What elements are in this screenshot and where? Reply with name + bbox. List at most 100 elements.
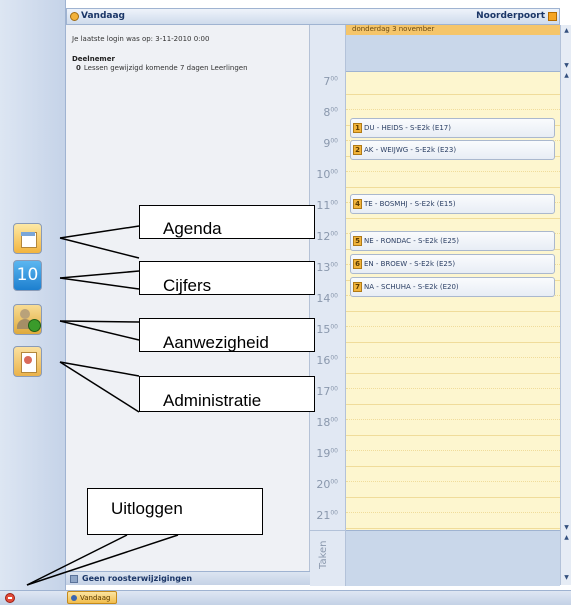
hour-number: 17 xyxy=(316,385,331,398)
cijfers-icon-number: 10 xyxy=(16,265,39,285)
window-title: Vandaag xyxy=(81,11,125,21)
hour-minutes: 00 xyxy=(330,447,338,455)
lesson-period-badge: 7 xyxy=(353,282,362,292)
logout-icon[interactable] xyxy=(5,593,15,603)
day-header[interactable]: donderdag 3 november xyxy=(346,25,560,35)
hour-gridline xyxy=(346,497,560,498)
scroll-down-icon[interactable]: ▼ xyxy=(562,63,571,69)
vandaag-icon xyxy=(71,595,77,601)
half-hour-gridline xyxy=(346,357,560,358)
administratie-icon[interactable] xyxy=(13,346,42,377)
hour-number: 12 xyxy=(316,230,331,243)
day-label: donderdag 3 november xyxy=(352,25,435,33)
section-heading: Deelnemer xyxy=(72,55,115,63)
hour-label: 1600 xyxy=(310,354,346,367)
callout-cijfers-text: Cijfers xyxy=(163,276,212,295)
hour-minutes: 00 xyxy=(330,478,338,486)
lesson-period-badge: 2 xyxy=(353,145,362,155)
scroll-up-icon[interactable]: ▲ xyxy=(562,73,571,79)
hour-minutes: 00 xyxy=(330,168,338,176)
hour-minutes: 00 xyxy=(330,385,338,393)
hour-label: 1300 xyxy=(310,261,346,274)
calendar-scrollbar[interactable]: ▲ ▼ ▲ ▼ ▲ ▼ xyxy=(560,25,571,585)
half-hour-gridline xyxy=(346,419,560,420)
lesson-block[interactable]: 5 NE - RONDAC - S-E2k (E25) xyxy=(350,231,555,251)
lesson-block[interactable]: 1 DU - HEIDS - S-E2k (E17) xyxy=(350,118,555,138)
schedule-changes-bar[interactable]: Geen roosterwijzigingen xyxy=(66,571,310,585)
callout-administratie: Administratie xyxy=(139,376,315,412)
half-hour-gridline xyxy=(346,481,560,482)
lesson-text: EN - BROEW - S-E2k (E25) xyxy=(364,260,456,268)
scroll-down-icon[interactable]: ▼ xyxy=(562,525,571,531)
callout-administratie-text: Administratie xyxy=(163,391,262,410)
half-hour-gridline xyxy=(346,388,560,389)
hour-minutes: 00 xyxy=(330,261,338,269)
lesson-changes-item[interactable]: 0 Lessen gewijzigd komende 7 dagen Leerli… xyxy=(76,64,248,72)
callout-agenda: Agenda xyxy=(139,205,315,239)
hour-gridline xyxy=(346,435,560,436)
hour-label: 1100 xyxy=(310,199,346,212)
lesson-text: DU - HEIDS - S-E2k (E17) xyxy=(364,124,451,132)
lesson-block[interactable]: 7 NA - SCHUHA - S-E2k (E20) xyxy=(350,277,555,297)
hour-minutes: 00 xyxy=(330,137,338,145)
hour-label: 1900 xyxy=(310,447,346,460)
hour-label: 2100 xyxy=(310,509,346,522)
lesson-block[interactable]: 4 TE - BOSMHJ - S-E2k (E15) xyxy=(350,194,555,214)
lesson-period-badge: 1 xyxy=(353,123,362,133)
vandaag-task-button[interactable]: Vandaag xyxy=(67,591,117,604)
hour-number: 20 xyxy=(316,478,331,491)
hour-minutes: 00 xyxy=(330,199,338,207)
hour-gridline xyxy=(346,218,560,219)
hour-gridline xyxy=(346,94,560,95)
callout-uitloggen: Uitloggen xyxy=(87,488,263,535)
hour-label: 800 xyxy=(310,106,346,119)
half-hour-gridline xyxy=(346,171,560,172)
lesson-block[interactable]: 2 AK - WEIJWG - S-E2k (E23) xyxy=(350,140,555,160)
agenda-icon[interactable] xyxy=(13,223,42,254)
all-day-band[interactable] xyxy=(346,35,560,72)
cijfers-icon[interactable]: 10 xyxy=(13,260,42,291)
hour-minutes: 00 xyxy=(330,106,338,114)
organization-name: Noorderpoort xyxy=(476,11,545,21)
scroll-up-icon[interactable]: ▲ xyxy=(562,28,571,34)
hour-label: 700 xyxy=(310,75,346,88)
lesson-block[interactable]: 6 EN - BROEW - S-E2k (E25) xyxy=(350,254,555,274)
hour-number: 10 xyxy=(316,168,331,181)
half-hour-gridline xyxy=(346,450,560,451)
hour-gridline xyxy=(346,311,560,312)
app-sidebar xyxy=(0,0,66,590)
hour-gridline xyxy=(346,187,560,188)
hour-number: 11 xyxy=(316,199,331,212)
vandaag-task-label: Vandaag xyxy=(80,594,111,602)
hour-number: 14 xyxy=(316,292,331,305)
tasks-band[interactable] xyxy=(346,530,560,586)
callout-aanwezigheid-text: Aanwezigheid xyxy=(163,333,269,352)
hour-number: 19 xyxy=(316,447,331,460)
hour-number: 15 xyxy=(316,323,331,336)
half-hour-gridline xyxy=(346,109,560,110)
restore-window-icon[interactable] xyxy=(548,12,557,21)
last-login-text: Je laatste login was op: 3-11-2010 0:00 xyxy=(72,35,210,43)
hour-number: 13 xyxy=(316,261,331,274)
hour-minutes: 00 xyxy=(330,292,338,300)
vandaag-icon xyxy=(70,12,79,21)
scroll-down-icon[interactable]: ▼ xyxy=(562,575,571,581)
hour-number: 21 xyxy=(316,509,331,522)
hour-gridline xyxy=(346,342,560,343)
lesson-period-badge: 6 xyxy=(353,259,362,269)
half-hour-gridline xyxy=(346,512,560,513)
hour-label: 1400 xyxy=(310,292,346,305)
callout-agenda-text: Agenda xyxy=(163,219,222,238)
hour-minutes: 00 xyxy=(330,75,338,83)
hour-gridline xyxy=(346,528,560,529)
scroll-up-icon[interactable]: ▲ xyxy=(562,535,571,541)
hour-minutes: 00 xyxy=(330,416,338,424)
tasks-label: Taken xyxy=(318,540,329,569)
hour-gridline xyxy=(346,404,560,405)
hour-minutes: 00 xyxy=(330,230,338,238)
aanwezigheid-icon[interactable] xyxy=(13,304,42,335)
callout-aanwezigheid: Aanwezigheid xyxy=(139,318,315,352)
lesson-text: TE - BOSMHJ - S-E2k (E15) xyxy=(364,200,456,208)
tasks-area[interactable]: Taken xyxy=(310,530,346,586)
hour-label: 1700 xyxy=(310,385,346,398)
